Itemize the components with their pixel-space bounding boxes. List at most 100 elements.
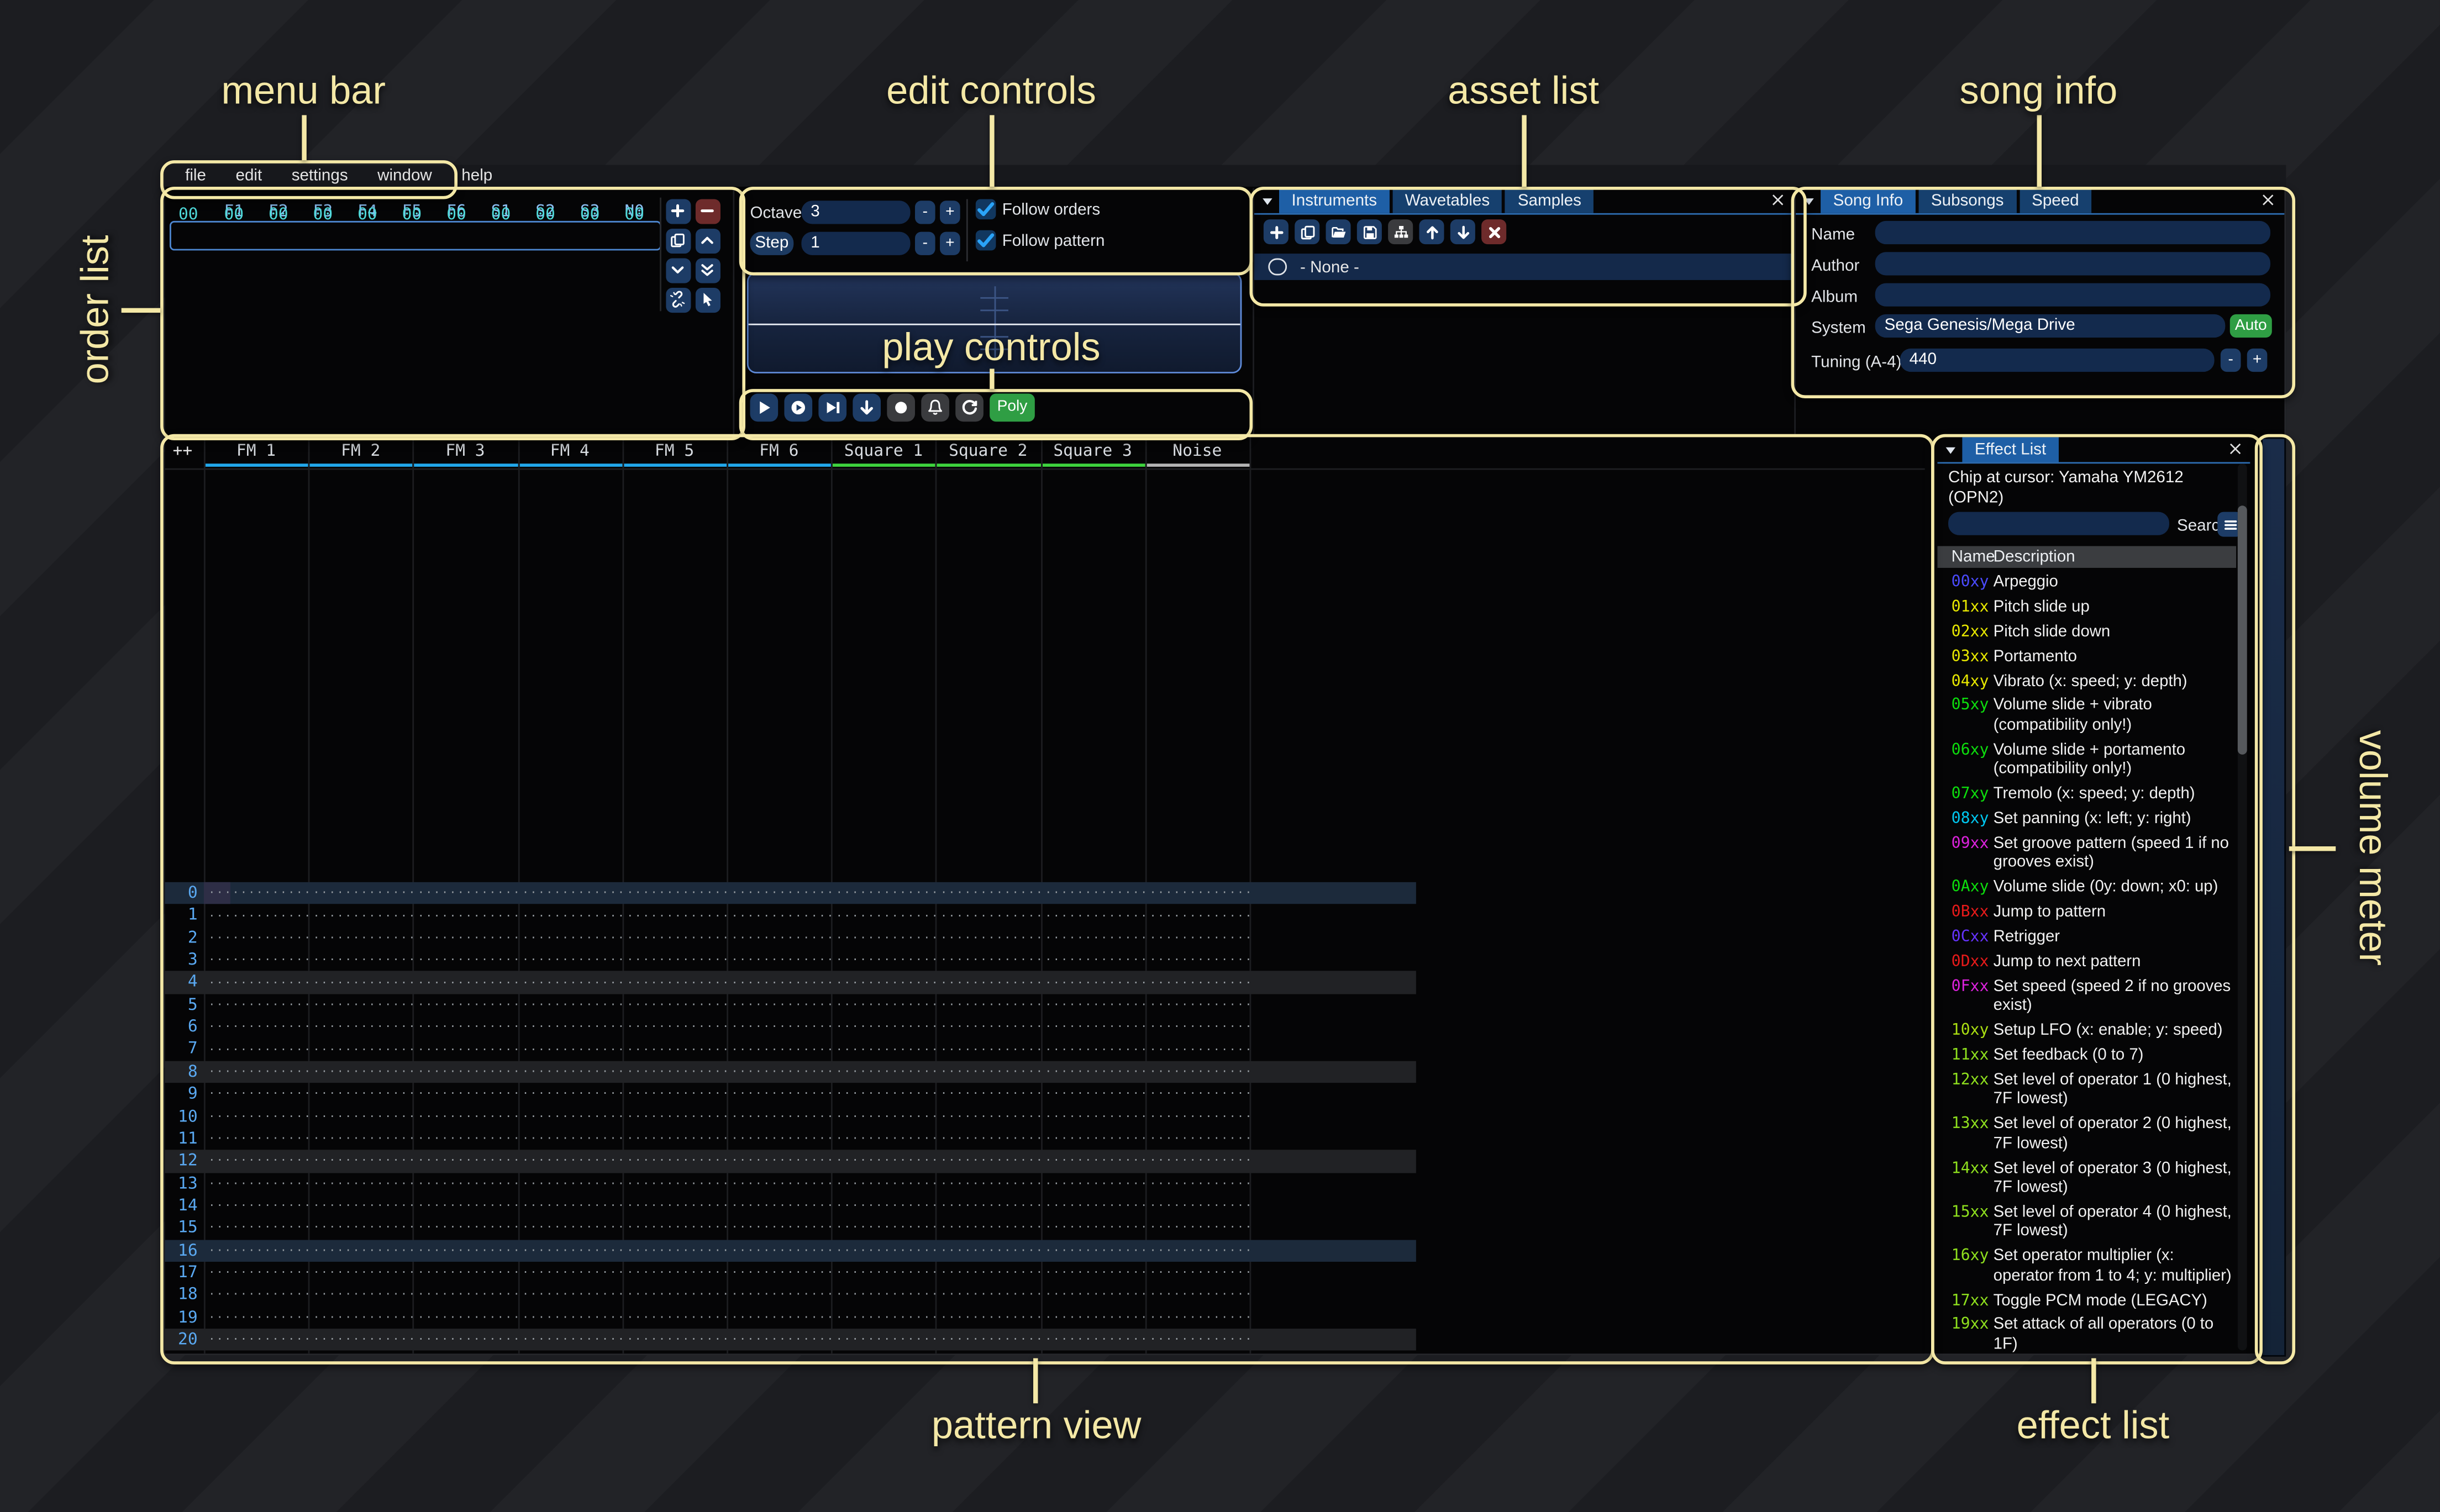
pattern-cell[interactable]: ············· <box>518 1217 622 1239</box>
pattern-cell[interactable]: ············· <box>1145 1039 1249 1061</box>
pattern-cell[interactable]: ············· <box>308 1150 413 1172</box>
menu-item-edit[interactable]: edit <box>235 166 262 185</box>
name-field[interactable] <box>1875 221 2270 244</box>
effect-row-12xx[interactable]: 12xxSet level of operator 1 (0 highest, … <box>1937 1072 2236 1110</box>
order-cell[interactable]: 00 <box>612 206 657 224</box>
pattern-cell[interactable]: ············· <box>936 882 1040 904</box>
channel-header-square-3[interactable]: Square 3 <box>1040 442 1145 461</box>
tuning-field[interactable]: 440 <box>1900 349 2215 371</box>
pattern-cell[interactable]: ············· <box>1040 1284 1145 1306</box>
octave-plus-button[interactable]: + <box>940 201 960 223</box>
copy-button[interactable] <box>1295 219 1319 244</box>
pattern-cell[interactable]: ············· <box>204 1128 308 1150</box>
menu-item-file[interactable]: file <box>185 166 206 185</box>
pattern-row-18[interactable]: 18······································… <box>165 1284 1416 1306</box>
effect-row-0Fxx[interactable]: 0FxxSet speed (speed 2 if no grooves exi… <box>1937 978 2236 1017</box>
tab-subsongs[interactable]: Subsongs <box>1918 188 2016 213</box>
pattern-cell[interactable]: ············· <box>727 1016 831 1038</box>
pattern-cell[interactable]: ············· <box>204 1195 308 1217</box>
pattern-cell[interactable]: ············· <box>831 949 935 971</box>
pattern-cell[interactable]: ············· <box>518 1061 622 1083</box>
pattern-cell[interactable]: ············· <box>518 1105 622 1128</box>
cursor-button[interactable] <box>696 288 720 312</box>
pattern-cell[interactable]: ············· <box>727 1172 831 1194</box>
pattern-cell[interactable]: ············· <box>518 971 622 993</box>
pattern-cell[interactable]: ············· <box>1040 1172 1145 1194</box>
pattern-row-3[interactable]: 3·······································… <box>165 949 1416 971</box>
pattern-row-6[interactable]: 6·······································… <box>165 1016 1416 1038</box>
pattern-cell[interactable]: ············· <box>622 971 727 993</box>
pattern-cell[interactable]: ············· <box>308 927 413 949</box>
pattern-cell[interactable]: ············· <box>413 882 517 904</box>
pattern-cell[interactable]: ············· <box>622 1150 727 1172</box>
pattern-row-20[interactable]: 20······································… <box>165 1329 1416 1351</box>
close-icon[interactable] <box>2227 440 2244 457</box>
channel-header-fm-4[interactable]: FM 4 <box>518 442 622 461</box>
folder-open-button[interactable] <box>1326 219 1350 244</box>
pattern-cell[interactable]: ············· <box>1145 1306 1249 1329</box>
pattern-cell[interactable]: ············· <box>936 1306 1040 1329</box>
pattern-row-5[interactable]: 5·······································… <box>165 994 1416 1016</box>
pattern-cell[interactable]: ············· <box>727 1262 831 1284</box>
pattern-cell[interactable]: ············· <box>936 1083 1040 1105</box>
pattern-cell[interactable]: ············· <box>413 1039 517 1061</box>
pattern-cell[interactable]: ············· <box>308 1172 413 1194</box>
pattern-cell[interactable]: ············· <box>204 1262 308 1284</box>
pattern-cell[interactable]: ············· <box>831 882 935 904</box>
pattern-cell[interactable]: ············· <box>518 904 622 926</box>
pattern-cell[interactable]: ············· <box>831 1016 935 1038</box>
caret-down-icon[interactable] <box>1944 442 1958 456</box>
play-circle-button[interactable] <box>784 394 811 421</box>
pattern-cell[interactable]: ············· <box>1040 1217 1145 1239</box>
pattern-cell[interactable]: ············· <box>1040 1083 1145 1105</box>
caret-down-icon[interactable] <box>1802 194 1816 208</box>
pattern-cell[interactable]: ············· <box>936 1105 1040 1128</box>
step-row-button[interactable] <box>818 394 845 421</box>
order-cell[interactable]: 00 <box>434 206 479 224</box>
pattern-cell[interactable]: ············· <box>936 927 1040 949</box>
pattern-cell[interactable]: ············· <box>518 1262 622 1284</box>
pattern-row-17[interactable]: 17······································… <box>165 1262 1416 1284</box>
pattern-cell[interactable]: ············· <box>1040 1306 1145 1329</box>
pattern-cell[interactable]: ············· <box>1040 994 1145 1016</box>
pattern-cell[interactable]: ············· <box>413 1195 517 1217</box>
pattern-cell[interactable]: ············· <box>831 1150 935 1172</box>
menu-item-window[interactable]: window <box>377 166 432 185</box>
pattern-cell[interactable]: ············· <box>518 1195 622 1217</box>
pattern-cell[interactable]: ············· <box>1040 1239 1145 1261</box>
tab-speed[interactable]: Speed <box>2020 188 2092 213</box>
pattern-cell[interactable]: ············· <box>308 994 413 1016</box>
tab-song-info[interactable]: Song Info <box>1821 188 1916 213</box>
step-plus-button[interactable]: + <box>940 232 960 255</box>
pattern-cell[interactable]: ············· <box>936 1039 1040 1061</box>
tab-effect-list[interactable]: Effect List <box>1962 437 2058 461</box>
pattern-cell[interactable]: ············· <box>622 1306 727 1329</box>
album-field[interactable] <box>1875 283 2270 306</box>
pattern-cell[interactable]: ············· <box>936 1061 1040 1083</box>
effect-row-13xx[interactable]: 13xxSet level of operator 2 (0 highest, … <box>1937 1116 2236 1155</box>
pattern-cell[interactable]: ············· <box>622 1128 727 1150</box>
pattern-cell[interactable]: ············· <box>518 927 622 949</box>
pattern-cell[interactable]: ············· <box>622 1329 727 1351</box>
pattern-cell[interactable]: ············· <box>204 904 308 926</box>
metronome-bell-button[interactable] <box>921 394 948 421</box>
pattern-row-15[interactable]: 15······································… <box>165 1217 1416 1239</box>
pattern-cell[interactable]: ············· <box>204 1217 308 1239</box>
channel-header-fm-1[interactable]: FM 1 <box>204 442 308 461</box>
order-cell[interactable]: 00 <box>390 206 434 224</box>
pattern-cell[interactable]: ············· <box>1145 1083 1249 1105</box>
pattern-cell[interactable]: ············· <box>936 1172 1040 1194</box>
pattern-cell[interactable]: ············· <box>308 1306 413 1329</box>
pattern-cell[interactable]: ············· <box>831 904 935 926</box>
pattern-cell[interactable]: ············· <box>936 1128 1040 1150</box>
repeat-button[interactable] <box>955 394 982 421</box>
pattern-cell[interactable]: ············· <box>727 971 831 993</box>
minus-button[interactable] <box>696 199 720 223</box>
pattern-cell[interactable]: ············· <box>1145 1172 1249 1194</box>
pattern-cell[interactable]: ············· <box>204 1239 308 1261</box>
pattern-cell[interactable]: ············· <box>413 1150 517 1172</box>
pattern-cell[interactable]: ············· <box>1040 1061 1145 1083</box>
pattern-cell[interactable]: ············· <box>1040 927 1145 949</box>
caret-down-icon[interactable] <box>1260 194 1274 208</box>
pattern-cell[interactable]: ············· <box>413 971 517 993</box>
